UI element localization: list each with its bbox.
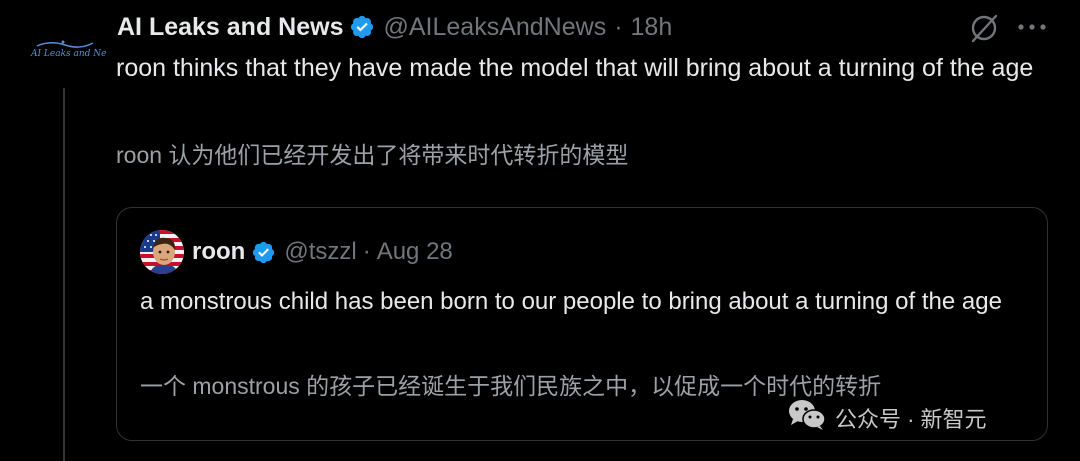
grok-icon[interactable] [966, 10, 1002, 51]
thread-line [63, 88, 65, 461]
verified-badge-icon [349, 14, 375, 40]
tweet-translation: roon 认为他们已经开发出了将带来时代转折的模型 [116, 142, 629, 168]
watermark: 公众号 · 新智元 [787, 398, 987, 438]
separator-dot: · [614, 12, 623, 41]
quote-date[interactable]: Aug 28 [377, 238, 453, 266]
avatar-column: AI Leaks and News [25, 10, 107, 92]
quote-author-handle[interactable]: @tszzl [284, 238, 356, 266]
tweet-time[interactable]: 18h [631, 13, 673, 42]
separator-dot: · [362, 238, 371, 265]
author-avatar[interactable]: AI Leaks and News [25, 10, 107, 92]
quote-author-name[interactable]: roon [192, 238, 245, 266]
more-icon[interactable] [1015, 14, 1049, 45]
tweet-header: AI Leaks and News @AILeaksAndNews · 18h [117, 10, 672, 44]
quote-text: a monstrous child has been born to our p… [140, 288, 1002, 315]
tweet-text: roon thinks that they have made the mode… [116, 54, 1034, 82]
wechat-icon [787, 398, 827, 438]
author-name[interactable]: AI Leaks and News [117, 13, 343, 42]
author-handle[interactable]: @AILeaksAndNews [383, 13, 606, 42]
quote-header: roon @tszzl · Aug 28 [140, 230, 453, 274]
watermark-text: 公众号 · 新智元 [835, 407, 987, 432]
avatar-logo-text: AI Leaks and News [31, 49, 107, 59]
verified-badge-icon [251, 240, 276, 265]
quote-author-avatar[interactable] [140, 230, 184, 274]
